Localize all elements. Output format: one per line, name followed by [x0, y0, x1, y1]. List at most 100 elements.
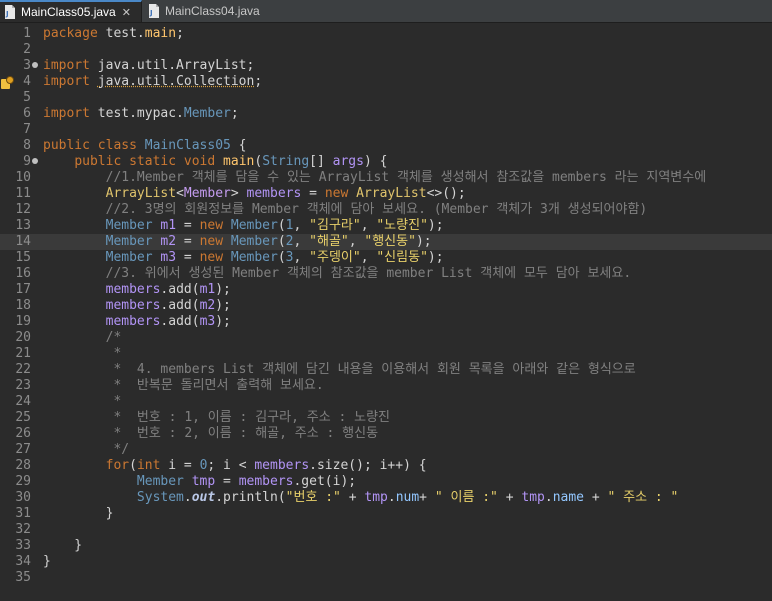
line-number: 20	[15, 330, 31, 345]
code-text: import java.util.ArrayList;	[43, 58, 255, 73]
code-line[interactable]: 2	[0, 42, 772, 58]
line-number: 16	[15, 266, 31, 281]
code-line[interactable]: 28 for(int i = 0; i < members.size(); i+…	[0, 458, 772, 474]
code-line[interactable]: 9 public static void main(String[] args)…	[0, 154, 772, 170]
code-text: members.add(m2);	[105, 298, 231, 313]
line-number: 15	[15, 250, 31, 265]
code-text: */	[43, 442, 130, 457]
tab-label: MainClass05.java	[21, 5, 116, 19]
line-number: 29	[15, 474, 31, 489]
code-line[interactable]: 11 ArrayList<Member> members = new Array…	[0, 186, 772, 202]
code-text: }	[43, 506, 114, 521]
code-text: Member tmp = members.get(i);	[136, 474, 357, 489]
java-file-icon: J	[4, 5, 16, 19]
line-number: 1	[23, 26, 31, 41]
code-text: //1.Member 객체를 담을 수 있는 ArrayList 객체를 생성해…	[43, 170, 707, 185]
code-line[interactable]: 21 *	[0, 346, 772, 362]
line-number: 30	[15, 490, 31, 505]
tab-mainclass04[interactable]: J MainClass04.java	[144, 0, 274, 22]
code-line[interactable]: 15 Member m3 = new Member(3, "주뎅이", "신림동…	[0, 250, 772, 266]
line-number: 28	[15, 458, 31, 473]
line-number: 34	[15, 554, 31, 569]
code-line[interactable]: 14 Member m2 = new Member(2, "해골", "행신동"…	[0, 234, 772, 250]
line-number: 8	[23, 138, 31, 153]
code-line[interactable]: 3 import java.util.ArrayList;	[0, 58, 772, 74]
line-number: 22	[15, 362, 31, 377]
line-number: 9	[23, 154, 31, 169]
line-number: 26	[15, 426, 31, 441]
code-editor[interactable]: 1 package test.main; 2 3 import java.util.Ar…	[0, 23, 772, 601]
code-line[interactable]: 5	[0, 90, 772, 106]
tab-mainclass05[interactable]: J MainClass05.java ✕	[0, 0, 142, 22]
code-line[interactable]: 17 members.add(m1);	[0, 282, 772, 298]
code-line[interactable]: 27 */	[0, 442, 772, 458]
line-number: 14	[15, 234, 31, 249]
line-number: 23	[15, 378, 31, 393]
code-line[interactable]: 19 members.add(m3);	[0, 314, 772, 330]
code-line[interactable]: 25 * 번호 : 1, 이름 : 김구라, 주소 : 노량진	[0, 410, 772, 426]
code-text: System.out.println("번호 :" + tmp.num+ " 이…	[136, 490, 679, 505]
line-number: 27	[15, 442, 31, 457]
line-number: 25	[15, 410, 31, 425]
code-text: Member m2 = new Member(2, "해골", "행신동");	[105, 234, 432, 249]
code-line[interactable]: 12 //2. 3명의 회원정보를 Member 객체에 담아 보세요. (Me…	[0, 202, 772, 218]
code-line[interactable]: 23 * 반복문 돌리면서 출력해 보세요.	[0, 378, 772, 394]
line-number: 24	[15, 394, 31, 409]
code-line[interactable]: 22 * 4. members List 객체에 담긴 내용을 이용해서 회원 …	[0, 362, 772, 378]
fold-toggle-icon[interactable]	[32, 158, 38, 164]
code-line[interactable]: 4 import java.util.Collection;	[0, 74, 772, 90]
code-line[interactable]: 29 Member tmp = members.get(i);	[0, 474, 772, 490]
code-line[interactable]: 18 members.add(m2);	[0, 298, 772, 314]
code-text: ArrayList<Member> members = new ArrayLis…	[105, 186, 466, 201]
line-number: 10	[15, 170, 31, 185]
code-text: * 번호 : 1, 이름 : 김구라, 주소 : 노량진	[43, 410, 391, 425]
code-text: *	[43, 394, 122, 409]
code-line[interactable]: 16 //3. 위에서 생성된 Member 객체의 참조값을 member L…	[0, 266, 772, 282]
code-text: /*	[43, 330, 122, 345]
code-line[interactable]: 24 *	[0, 394, 772, 410]
line-number: 11	[15, 186, 31, 201]
line-number: 31	[15, 506, 31, 521]
code-text: //3. 위에서 생성된 Member 객체의 참조값을 member List…	[43, 266, 632, 281]
code-text: Member m3 = new Member(3, "주뎅이", "신림동");	[105, 250, 444, 265]
line-number: 12	[15, 202, 31, 217]
code-text: * 반복문 돌리면서 출력해 보세요.	[43, 378, 324, 393]
fold-toggle-icon[interactable]	[32, 62, 38, 68]
code-line[interactable]: 35	[0, 570, 772, 586]
code-line[interactable]: 10 //1.Member 객체를 담을 수 있는 ArrayList 객체를 …	[0, 170, 772, 186]
line-number: 19	[15, 314, 31, 329]
code-text: Member m1 = new Member(1, "김구라", "노량진");	[105, 218, 444, 233]
code-line[interactable]: 20 /*	[0, 330, 772, 346]
code-line[interactable]: 33 }	[0, 538, 772, 554]
code-text: members.add(m1);	[105, 282, 231, 297]
warning-icon[interactable]	[0, 75, 14, 89]
code-line[interactable]: 8 public class MainClass05 {	[0, 138, 772, 154]
svg-text:J: J	[149, 9, 153, 17]
code-text: }	[43, 554, 51, 569]
line-number: 33	[15, 538, 31, 553]
editor-tab-bar: J MainClass05.java ✕ J MainClass04.java	[0, 0, 772, 23]
code-line[interactable]: 7	[0, 122, 772, 138]
code-line[interactable]: 6 import test.mypac.Member;	[0, 106, 772, 122]
code-text: package test.main;	[43, 26, 184, 41]
close-tab-icon[interactable]: ✕	[122, 6, 131, 19]
line-number: 7	[23, 122, 31, 137]
code-text: import test.mypac.Member;	[43, 106, 239, 121]
line-number: 2	[23, 42, 31, 57]
code-line[interactable]: 13 Member m1 = new Member(1, "김구라", "노량진…	[0, 218, 772, 234]
line-number: 32	[15, 522, 31, 537]
line-number: 18	[15, 298, 31, 313]
code-line[interactable]: 32	[0, 522, 772, 538]
tab-label: MainClass04.java	[165, 4, 260, 18]
code-text: *	[43, 346, 122, 361]
code-line[interactable]: 30 System.out.println("번호 :" + tmp.num+ …	[0, 490, 772, 506]
code-text: public class MainClass05 {	[43, 138, 247, 153]
code-text: import java.util.Collection;	[43, 74, 263, 89]
line-number: 17	[15, 282, 31, 297]
java-file-icon: J	[148, 4, 160, 18]
code-line[interactable]: 34}	[0, 554, 772, 570]
code-text: * 번호 : 2, 이름 : 해골, 주소 : 행신동	[43, 426, 379, 441]
code-line[interactable]: 26 * 번호 : 2, 이름 : 해골, 주소 : 행신동	[0, 426, 772, 442]
code-line[interactable]: 1 package test.main;	[0, 26, 772, 42]
code-line[interactable]: 31 }	[0, 506, 772, 522]
